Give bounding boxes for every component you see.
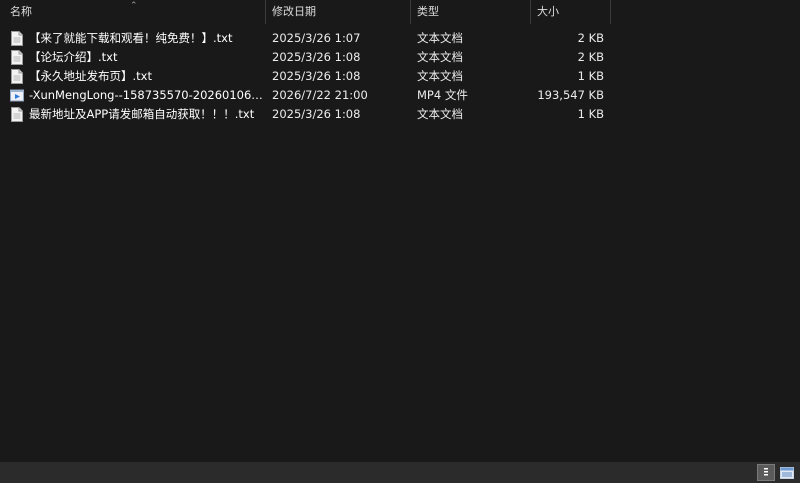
- file-row[interactable]: -XunMengLong--158735570-20260106-17... 2…: [0, 86, 611, 105]
- sort-ascending-icon: ⌃: [130, 1, 138, 11]
- details-view-icon: [764, 468, 768, 476]
- file-name: 【来了就能下载和观看！纯免费！】.txt: [29, 31, 233, 45]
- large-icons-view-icon: [780, 466, 794, 479]
- file-type: 文本文档: [417, 69, 463, 83]
- column-type-header[interactable]: 类型: [411, 0, 531, 24]
- file-type: 文本文档: [417, 50, 463, 64]
- file-type: MP4 文件: [417, 88, 468, 102]
- column-size-label: 大小: [537, 5, 559, 18]
- column-name-header[interactable]: 名称 ⌃: [0, 0, 266, 24]
- column-date-label: 修改日期: [272, 5, 316, 18]
- file-size: 2 KB: [577, 50, 604, 64]
- video-file-icon: [10, 89, 24, 102]
- file-name: 【永久地址发布页】.txt: [29, 69, 152, 83]
- file-size: 1 KB: [577, 107, 604, 121]
- column-size-header[interactable]: 大小: [531, 0, 611, 24]
- large-icons-view-button[interactable]: [778, 464, 796, 481]
- text-file-icon: [11, 69, 23, 84]
- file-row[interactable]: 【论坛介绍】.txt 2025/3/26 1:08 文本文档 2 KB: [0, 48, 611, 67]
- file-name: -XunMengLong--158735570-20260106-17...: [29, 88, 265, 102]
- file-list: 【来了就能下载和观看！纯免费！】.txt 2025/3/26 1:07 文本文档…: [0, 29, 800, 124]
- file-size: 193,547 KB: [537, 88, 604, 102]
- file-date: 2025/3/26 1:08: [272, 107, 361, 121]
- file-name: 最新地址及APP请发邮箱自动获取！！！.txt: [29, 107, 255, 121]
- file-row[interactable]: 【来了就能下载和观看！纯免费！】.txt 2025/3/26 1:07 文本文档…: [0, 29, 611, 48]
- file-size: 1 KB: [577, 69, 604, 83]
- file-type: 文本文档: [417, 107, 463, 121]
- file-date: 2025/3/26 1:07: [272, 31, 361, 45]
- text-file-icon: [11, 50, 23, 65]
- file-type: 文本文档: [417, 31, 463, 45]
- column-date-header[interactable]: 修改日期: [266, 0, 411, 24]
- file-size: 2 KB: [577, 31, 604, 45]
- text-file-icon: [11, 31, 23, 46]
- file-row[interactable]: 【永久地址发布页】.txt 2025/3/26 1:08 文本文档 1 KB: [0, 67, 611, 86]
- text-file-icon: [11, 107, 23, 122]
- file-date: 2025/3/26 1:08: [272, 50, 361, 64]
- file-date: 2025/3/26 1:08: [272, 69, 361, 83]
- column-type-label: 类型: [417, 5, 439, 18]
- file-name: 【论坛介绍】.txt: [29, 50, 118, 64]
- column-header: 名称 ⌃ 修改日期 类型 大小: [0, 0, 800, 24]
- column-name-label: 名称: [10, 5, 32, 18]
- status-bar: [0, 462, 800, 483]
- file-explorer: 名称 ⌃ 修改日期 类型 大小 【来了就能下载和观看！纯免费！】.txt 202…: [0, 0, 800, 483]
- file-date: 2026/7/22 21:00: [272, 88, 368, 102]
- details-view-button[interactable]: [757, 464, 775, 481]
- file-row[interactable]: 最新地址及APP请发邮箱自动获取！！！.txt 2025/3/26 1:08 文…: [0, 105, 611, 124]
